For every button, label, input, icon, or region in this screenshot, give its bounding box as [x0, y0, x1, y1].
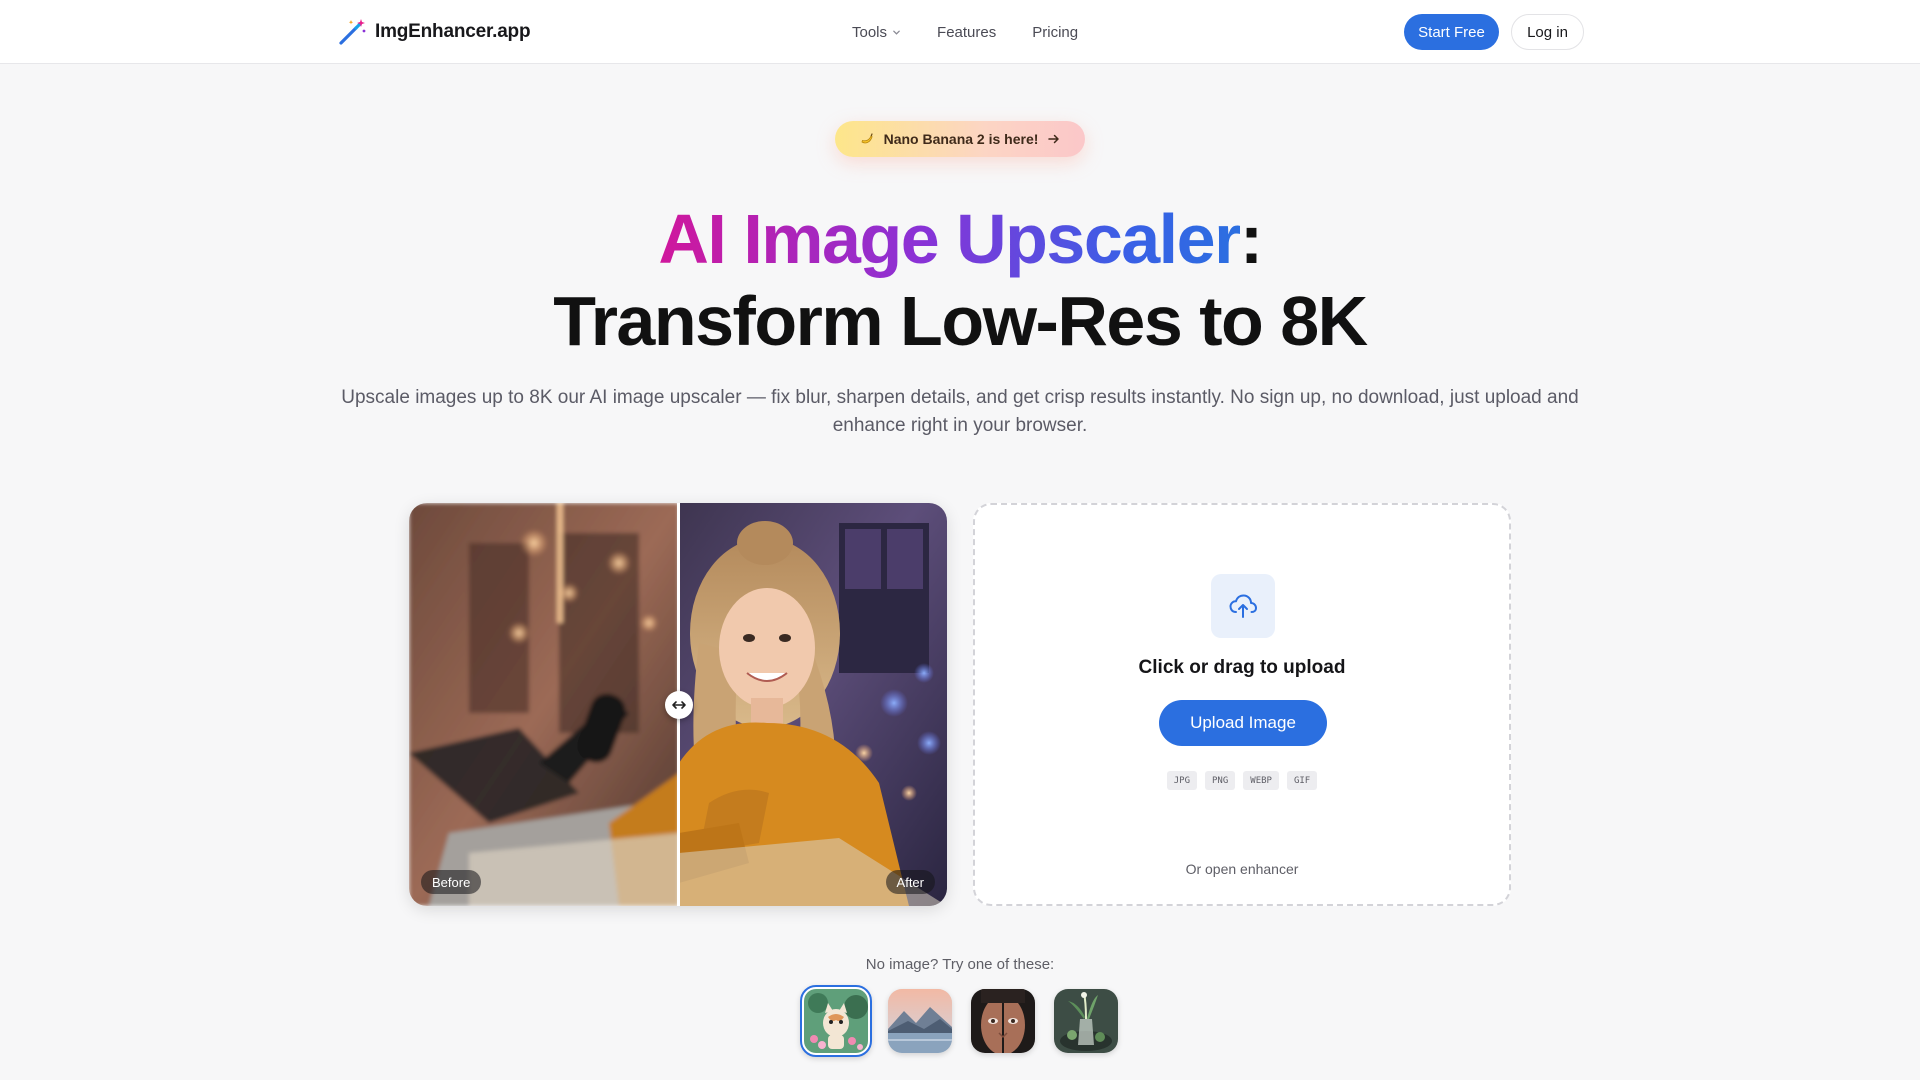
portrait-face-thumbnail	[971, 989, 1035, 1053]
format-badge: GIF	[1286, 771, 1318, 790]
main-nav: Tools Features Pricing	[852, 0, 1078, 64]
supported-formats: JPG PNG WEBP GIF	[975, 771, 1509, 790]
sample-portrait-face[interactable]	[971, 989, 1035, 1053]
upload-dropzone[interactable]: Click or drag to upload Upload Image JPG…	[973, 503, 1511, 906]
after-label: After	[885, 870, 935, 894]
hero-title: AI Image Upscaler: Transform Low-Res to …	[0, 198, 1920, 362]
sample-cartoon-cat[interactable]	[800, 985, 872, 1057]
sample-still-life[interactable]	[1054, 989, 1118, 1053]
upload-icon-tile	[1211, 574, 1275, 638]
comparison-slider-handle[interactable]	[665, 691, 693, 719]
cloud-upload-icon	[1229, 594, 1257, 618]
nav-pricing-label: Pricing	[1032, 23, 1079, 41]
hero-subtitle: Upscale images up to 8K our AI image ups…	[341, 387, 1579, 436]
before-label: Before	[421, 870, 482, 894]
upload-image-button[interactable]: Upload Image	[1159, 700, 1327, 746]
promo-badge[interactable]: Nano Banana 2 is here!	[835, 121, 1085, 157]
upload-title: Click or drag to upload	[1138, 657, 1346, 678]
nav-features-label: Features	[937, 23, 997, 41]
format-badge: JPG	[1166, 771, 1198, 790]
logo-link[interactable]: ImgEnhancer.app	[337, 16, 531, 48]
log-in-button[interactable]: Log in	[1511, 14, 1584, 50]
magic-wand-icon	[339, 19, 366, 45]
logo-text: ImgEnhancer.app	[375, 21, 531, 42]
arrows-horizontal-icon	[672, 701, 686, 709]
mountain-lake-thumbnail	[888, 989, 952, 1053]
chevron-down-icon	[893, 30, 900, 35]
hero-title-colon: :	[1239, 200, 1263, 278]
cartoon-cat-thumbnail	[804, 989, 868, 1053]
hero-title-line2: Transform Low-Res to 8K	[553, 282, 1368, 360]
start-free-button[interactable]: Start Free	[1404, 14, 1499, 50]
nav-tools-label: Tools	[852, 23, 888, 41]
still-life-thumbnail	[1054, 989, 1118, 1053]
nav-pricing[interactable]: Pricing	[1032, 24, 1078, 41]
banana-icon	[861, 133, 873, 144]
open-enhancer-link[interactable]: Or open enhancer	[975, 861, 1509, 877]
format-badge: PNG	[1205, 771, 1236, 790]
arrow-right-icon	[1048, 134, 1060, 144]
promo-text: Nano Banana 2 is here!	[883, 131, 1039, 147]
before-after-comparison[interactable]: Before After	[409, 503, 947, 906]
samples-prompt: No image? Try one of these:	[865, 956, 1055, 973]
nav-tools[interactable]: Tools	[852, 24, 901, 41]
top-navbar: ImgEnhancer.app Tools Features Pricing S…	[0, 0, 1920, 64]
nav-features[interactable]: Features	[937, 24, 996, 41]
sample-mountain-lake[interactable]	[888, 989, 952, 1053]
hero-title-highlight: AI Image Upscaler	[658, 200, 1241, 278]
format-badge: WEBP	[1243, 771, 1279, 790]
